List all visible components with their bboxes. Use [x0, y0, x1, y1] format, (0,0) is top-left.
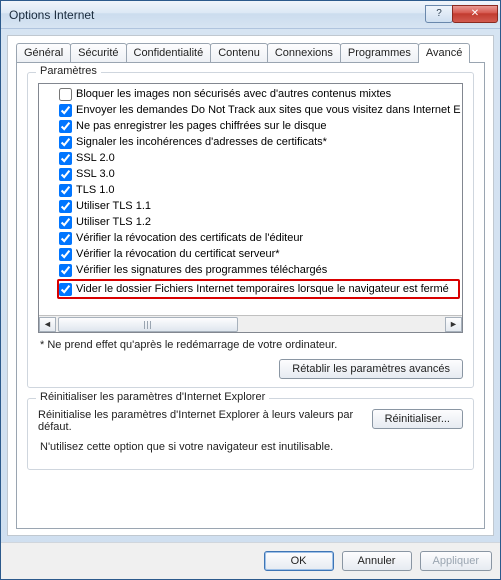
tab-connections[interactable]: Connexions — [267, 43, 341, 62]
setting-checkbox[interactable] — [59, 184, 72, 197]
setting-checkbox[interactable] — [59, 168, 72, 181]
tabstrip: Général Sécurité Confidentialité Contenu… — [16, 43, 485, 63]
reset-warning: N'utilisez cette option que si votre nav… — [40, 441, 463, 453]
close-button[interactable]: ✕ — [452, 5, 498, 23]
setting-item[interactable]: SSL 2.0 — [59, 150, 462, 166]
setting-label: Bloquer les images non sécurisés avec d'… — [76, 88, 391, 100]
scroll-left-arrow[interactable]: ◄ — [39, 317, 56, 332]
setting-checkbox[interactable] — [59, 104, 72, 117]
setting-checkbox[interactable] — [59, 88, 72, 101]
window-title: Options Internet — [9, 8, 426, 22]
setting-item[interactable]: Ne pas enregistrer les pages chiffrées s… — [59, 118, 462, 134]
reset-group-title: Réinitialiser les paramètres d'Internet … — [36, 391, 269, 403]
apply-button[interactable]: Appliquer — [420, 551, 492, 571]
setting-item[interactable]: Utiliser TLS 1.1 — [59, 198, 462, 214]
setting-label: Signaler les incohérences d'adresses de … — [76, 136, 327, 148]
setting-item[interactable]: SSL 3.0 — [59, 166, 462, 182]
setting-item[interactable]: Bloquer les images non sécurisés avec d'… — [59, 86, 462, 102]
dialog-footer: OK Annuler Appliquer — [1, 542, 500, 579]
reset-button[interactable]: Réinitialiser... — [372, 409, 463, 429]
titlebar[interactable]: Options Internet ? ✕ — [1, 1, 500, 29]
setting-checkbox[interactable] — [59, 283, 72, 296]
setting-item[interactable]: Utiliser TLS 1.2 — [59, 214, 462, 230]
setting-item[interactable]: Vérifier la révocation des certificats d… — [59, 230, 462, 246]
tab-body: Paramètres Bloquer les images non sécuri… — [16, 62, 485, 529]
setting-checkbox[interactable] — [59, 120, 72, 133]
setting-label: Vérifier la révocation du certificat ser… — [76, 248, 280, 260]
setting-label: Utiliser TLS 1.2 — [76, 216, 151, 228]
setting-item[interactable]: Vérifier les signatures des programmes t… — [59, 262, 462, 278]
setting-label: Vider le dossier Fichiers Internet tempo… — [76, 283, 449, 295]
close-icon: ✕ — [471, 8, 479, 19]
reset-group: Réinitialiser les paramètres d'Internet … — [27, 398, 474, 470]
options-window: Options Internet ? ✕ Général Sécurité Co… — [0, 0, 501, 580]
setting-item[interactable]: Vider le dossier Fichiers Internet tempo… — [57, 279, 460, 299]
client-area: Général Sécurité Confidentialité Contenu… — [7, 35, 494, 536]
reset-description: Réinitialise les paramètres d'Internet E… — [38, 409, 362, 433]
setting-item[interactable]: TLS 1.0 — [59, 182, 462, 198]
setting-label: Vérifier les signatures des programmes t… — [76, 264, 327, 276]
settings-list[interactable]: Bloquer les images non sécurisés avec d'… — [38, 83, 463, 333]
cancel-button[interactable]: Annuler — [342, 551, 412, 571]
help-icon: ? — [436, 8, 442, 19]
setting-checkbox[interactable] — [59, 136, 72, 149]
help-button[interactable]: ? — [425, 5, 453, 23]
setting-label: Ne pas enregistrer les pages chiffrées s… — [76, 120, 327, 132]
settings-group-title: Paramètres — [36, 65, 101, 77]
setting-checkbox[interactable] — [59, 152, 72, 165]
setting-checkbox[interactable] — [59, 216, 72, 229]
ok-button[interactable]: OK — [264, 551, 334, 571]
restore-defaults-button[interactable]: Rétablir les paramètres avancés — [279, 359, 463, 379]
setting-label: Envoyer les demandes Do Not Track aux si… — [76, 104, 461, 116]
tab-content[interactable]: Contenu — [210, 43, 268, 62]
setting-checkbox[interactable] — [59, 248, 72, 261]
restart-note: * Ne prend effet qu'après le redémarrage… — [40, 339, 463, 351]
setting-item[interactable]: Envoyer les demandes Do Not Track aux si… — [59, 102, 462, 118]
tab-programs[interactable]: Programmes — [340, 43, 419, 62]
setting-label: SSL 2.0 — [76, 152, 115, 164]
tab-general[interactable]: Général — [16, 43, 71, 62]
setting-item[interactable]: Vérifier la révocation du certificat ser… — [59, 246, 462, 262]
setting-checkbox[interactable] — [59, 200, 72, 213]
setting-checkbox[interactable] — [59, 264, 72, 277]
setting-label: SSL 3.0 — [76, 168, 115, 180]
setting-checkbox[interactable] — [59, 232, 72, 245]
setting-item[interactable]: Signaler les incohérences d'adresses de … — [59, 134, 462, 150]
scroll-track[interactable] — [56, 317, 445, 332]
setting-label: TLS 1.0 — [76, 184, 115, 196]
settings-group: Paramètres Bloquer les images non sécuri… — [27, 72, 474, 388]
tab-security[interactable]: Sécurité — [70, 43, 126, 62]
scroll-right-arrow[interactable]: ► — [445, 317, 462, 332]
horizontal-scrollbar[interactable]: ◄ ► — [39, 315, 462, 332]
tab-privacy[interactable]: Confidentialité — [126, 43, 212, 62]
window-controls: ? ✕ — [426, 5, 498, 23]
scroll-thumb[interactable] — [58, 317, 238, 332]
setting-label: Vérifier la révocation des certificats d… — [76, 232, 303, 244]
tab-advanced[interactable]: Avancé — [418, 43, 471, 63]
setting-label: Utiliser TLS 1.1 — [76, 200, 151, 212]
